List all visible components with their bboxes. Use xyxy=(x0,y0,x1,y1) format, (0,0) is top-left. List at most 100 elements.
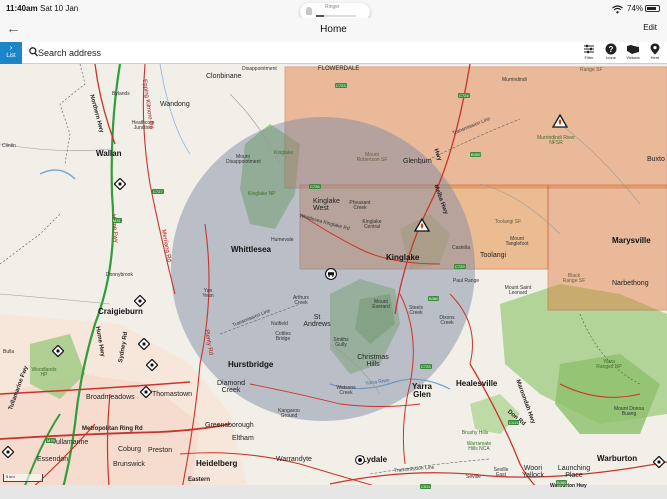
map-label-launching-place: Launching Place xyxy=(557,465,591,479)
here-button[interactable]: Here xyxy=(645,43,665,63)
fire-warning-icon[interactable] xyxy=(414,218,430,232)
diamond-incident-icon[interactable] xyxy=(114,178,126,190)
map-label-humevale: Humevale xyxy=(271,237,294,243)
map-label-brushy: Brushy Hills xyxy=(461,430,489,436)
map-label-warramate: Warramate Hills NCA xyxy=(466,441,492,452)
shield-c729: C729 xyxy=(454,264,466,269)
map-label-kinglake-central: Kinglake Central xyxy=(362,219,382,230)
map-label-essendon: Essendon xyxy=(37,456,69,463)
shield-c411: C411 xyxy=(508,420,520,425)
map-label-clonbinane: Clonbinane xyxy=(206,73,242,80)
map-label-murrindindi-river: Murrindindi River NFSR xyxy=(537,135,575,146)
map-label-christmas-hills: Christmas Hills xyxy=(357,354,389,368)
shield-m79: M79 xyxy=(46,438,56,443)
map-label-kinglake-top: Kinglake xyxy=(274,150,294,156)
search-box[interactable] xyxy=(24,44,576,62)
map-label-mount-donna-buang: Mount Donna Buang xyxy=(613,406,645,417)
status-time: 11:40am xyxy=(6,4,38,13)
map-label-black-range-sf: Black Range SF xyxy=(562,273,586,284)
map-label-preston: Preston xyxy=(148,447,173,454)
victoria-label: Victoria xyxy=(626,55,640,60)
map-label-mount-robertson-sf: Mount Robertson SF xyxy=(356,152,388,163)
current-location-icon[interactable] xyxy=(355,455,365,465)
map-label-narbethong: Narbethong xyxy=(612,280,649,287)
map-label-mount-tanglefoot: Mount Tanglefoot xyxy=(505,236,529,247)
map-label-pauls-range: Paul Range xyxy=(453,278,480,284)
map-label-broadmeadows: Broadmeadows xyxy=(86,394,135,401)
map-label-castella: Castella xyxy=(452,245,471,251)
map-label-disappointment: Disappointment xyxy=(242,66,277,72)
map-label-range-sf: Range SF xyxy=(580,67,603,73)
shield-c727: C727 xyxy=(152,189,164,194)
diamond-incident-icon[interactable] xyxy=(653,456,665,468)
edit-button[interactable]: Edit xyxy=(643,23,657,32)
icons-label: Icons xyxy=(606,55,616,60)
map-label-warrandyte: Warrandyte xyxy=(276,456,312,463)
map-label-brunswick: Brunswick xyxy=(113,461,145,468)
map-label-yarra-glen: Yarra Glen xyxy=(411,382,433,399)
map-label-clintin: Clintin xyxy=(2,143,16,149)
map-label-mount-saint-leonard: Mount Saint Leonard xyxy=(504,285,532,296)
map-label-wandong: Wandong xyxy=(160,101,190,108)
map-label-mount-disappointment: Mount Disappointment xyxy=(226,154,261,165)
svg-text:?: ? xyxy=(609,45,614,54)
map-label-st-andrews: St Andrews xyxy=(303,314,331,328)
filter-label: Filter xyxy=(584,55,594,60)
map-label-flowerdale: FLOWERDALE xyxy=(318,66,360,72)
map-label-coburg: Coburg xyxy=(118,446,141,453)
status-bar: 11:40am Sat 10 Jan Ringer 74% xyxy=(0,0,667,21)
diamond-incident-icon[interactable] xyxy=(140,386,152,398)
map-label-yan-yean: Yan Yean xyxy=(202,288,214,299)
battery-icon xyxy=(645,5,660,12)
map-label-eltham: Eltham xyxy=(232,435,254,442)
shield-b380: B380 xyxy=(556,480,568,485)
shield-c723: C723 xyxy=(335,83,347,88)
wifi-icon xyxy=(612,5,623,14)
map-label-woori-yallock: Woori Yallock xyxy=(521,465,545,479)
shield-b360: B360 xyxy=(428,296,440,301)
diamond-incident-icon[interactable] xyxy=(134,295,146,307)
warning-zone-east xyxy=(547,184,667,311)
filter-button[interactable]: Filter xyxy=(579,43,599,63)
location-pin-icon xyxy=(650,43,660,55)
map-label-hurstbridge: Hurstbridge xyxy=(228,360,274,369)
map-label-heathcote-junction: Heathcote Junction xyxy=(131,120,155,131)
map-label-mount-everard: Mount Everard xyxy=(372,299,390,310)
icons-button[interactable]: ? Icons xyxy=(601,43,621,63)
map-label-kinglake-np: Kinglake NP xyxy=(248,191,276,197)
diamond-incident-icon[interactable] xyxy=(146,359,158,371)
map-label-smiths-gully: Smiths Gully xyxy=(333,337,349,348)
road-label-eastern: Eastern xyxy=(188,477,211,483)
shield-b300: B300 xyxy=(470,152,482,157)
map-label-woodlands: Woodlands HP xyxy=(31,367,57,378)
fire-truck-icon[interactable] xyxy=(325,268,337,280)
map-label-marysville: Marysville xyxy=(612,236,651,245)
map-label-craigieburn: Craigieburn xyxy=(98,307,143,316)
fire-warning-icon[interactable] xyxy=(552,114,568,128)
diamond-incident-icon[interactable] xyxy=(52,345,64,357)
shield-c511: C511 xyxy=(420,484,432,489)
search-input[interactable] xyxy=(38,46,568,60)
map-label-nutfield: Nutfield xyxy=(271,321,288,327)
victoria-button[interactable]: Victoria xyxy=(623,43,643,63)
map-view[interactable]: Clonbinane Disappointment FLOWERDALE Mur… xyxy=(0,64,667,499)
ringer-label: Ringer xyxy=(325,4,340,10)
search-icon xyxy=(29,47,38,57)
diamond-incident-icon[interactable] xyxy=(138,338,150,350)
map-label-tullamarine: Tullamarine xyxy=(52,439,89,446)
map-label-bulla: Bulla xyxy=(3,349,15,355)
map-label-cottles-bridge: Cottles Bridge xyxy=(275,331,291,342)
list-button[interactable]: › List xyxy=(0,42,22,64)
map-label-wallan: Wallan xyxy=(96,149,122,158)
shield-c726: C726 xyxy=(309,184,321,189)
map-label-arthurs-creek: Arthurs Creek xyxy=(292,295,310,306)
list-label: List xyxy=(6,53,16,59)
diamond-incident-icon[interactable] xyxy=(2,446,14,458)
navigation-bar: ← Home Edit xyxy=(0,18,667,42)
victoria-map-icon xyxy=(627,45,639,54)
map-label-diamond-creek: Diamond Creek xyxy=(216,380,245,394)
here-label: Here xyxy=(650,55,660,60)
map-label-healesville: Healesville xyxy=(456,379,498,388)
map-label-bylands: Bylands xyxy=(112,91,130,97)
status-date: Sat 10 Jan xyxy=(40,4,79,13)
